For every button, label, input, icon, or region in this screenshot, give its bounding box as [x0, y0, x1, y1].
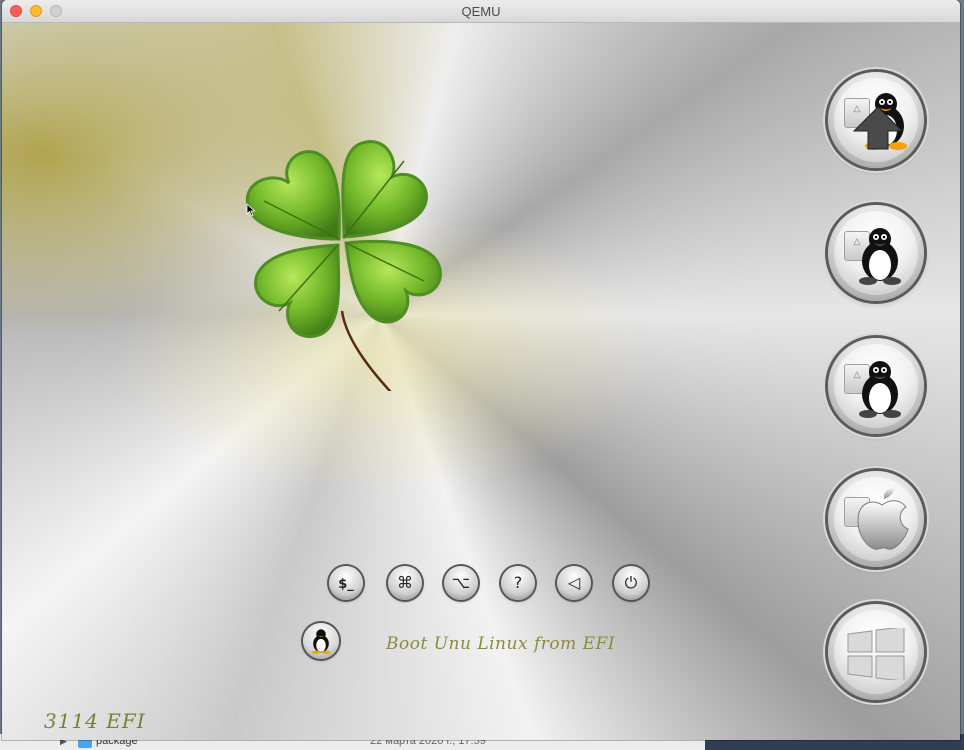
boot-screen: △ △ △ $_ ⌘ ⌥ ? ◁ ⏻ Boot Unu Linux from E… [2, 23, 960, 740]
selected-entry-label: Boot Unu Linux from EFI [386, 634, 616, 654]
command-icon: ⌘ [397, 573, 413, 592]
window-title: QEMU [461, 4, 501, 19]
power-icon: ⏻ [624, 573, 638, 592]
bootloader-version-label: 3114 EFI [44, 709, 146, 733]
boot-entry-macos[interactable] [828, 471, 924, 567]
option-icon: ⌥ [451, 573, 471, 592]
selection-arrow-icon [852, 106, 904, 150]
tux-icon [859, 228, 901, 285]
shell-button[interactable]: $_ [329, 566, 363, 600]
tux-icon [859, 361, 901, 418]
back-icon: ◁ [567, 573, 581, 592]
shell-icon: $_ [338, 577, 354, 592]
apple-icon [857, 487, 909, 550]
qemu-window: QEMU △ △ △ $_ ⌘ ⌥ ? ◁ ⏻ Boot Unu Linux f… [2, 0, 960, 740]
boot-entry-linux-2[interactable]: △ [828, 205, 924, 301]
help-button[interactable]: ? [501, 566, 535, 600]
boot-entry-windows[interactable] [828, 604, 924, 700]
power-button[interactable]: ⏻ [614, 566, 648, 600]
mouse-cursor [246, 203, 256, 217]
title-bar[interactable]: QEMU [2, 0, 960, 23]
clover-logo [245, 140, 442, 391]
back-button[interactable]: ◁ [557, 566, 591, 600]
boot-entry-linux-3[interactable]: △ [828, 338, 924, 434]
windows-icon [847, 628, 905, 680]
tux-icon [311, 629, 331, 654]
command-key-button[interactable]: ⌘ [388, 566, 422, 600]
option-key-button[interactable]: ⌥ [444, 566, 478, 600]
selected-entry-badge [303, 623, 339, 659]
help-icon: ? [513, 573, 523, 592]
